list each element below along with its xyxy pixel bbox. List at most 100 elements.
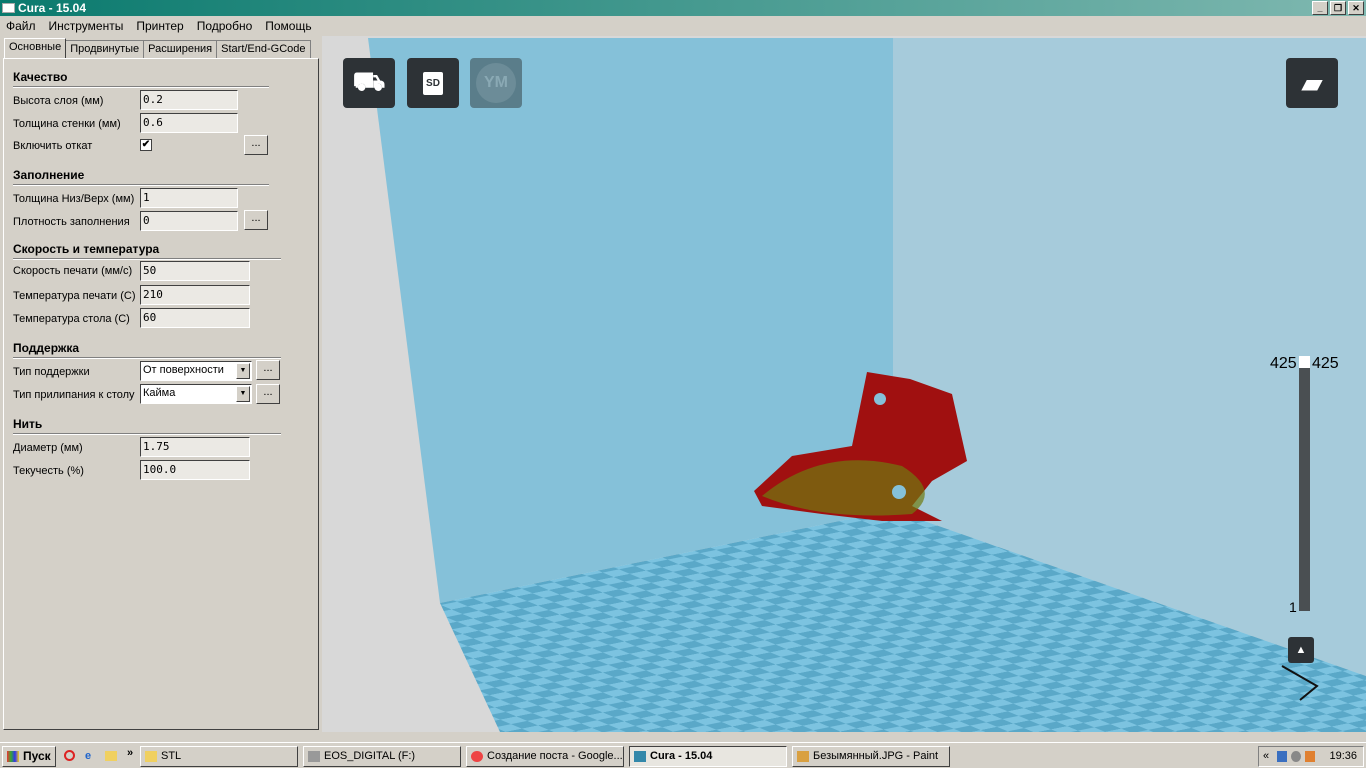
tab-gcode[interactable]: Start/End-GCode	[216, 40, 311, 58]
fill-settings-button[interactable]: ...	[244, 210, 268, 230]
task-label: STL	[161, 750, 182, 762]
save-sd-button[interactable]: SD	[407, 58, 459, 108]
task-cura[interactable]: Cura - 15.04	[629, 746, 787, 767]
wall-thickness-input[interactable]: 0.6	[140, 113, 238, 133]
bottom-top-label: Толщина Низ/Верх (мм)	[13, 193, 135, 205]
title-bar: Cura - 15.04 _ ❐ ✕	[0, 0, 1366, 16]
menu-expert[interactable]: Подробно	[197, 16, 253, 36]
adhesion-select[interactable]: Кайма ▼	[140, 384, 252, 404]
task-label: EOS_DIGITAL (F:)	[324, 750, 416, 762]
minimize-button[interactable]: _	[1312, 1, 1328, 15]
start-label: Пуск	[23, 749, 51, 763]
task-label: Создание поста - Google...	[487, 750, 623, 762]
dropdown-arrow-icon[interactable]: ▼	[236, 386, 250, 402]
section-filament: Нить	[13, 417, 43, 431]
bed-temp-input[interactable]: 60	[140, 308, 250, 328]
print-speed-label: Скорость печати (мм/с)	[13, 265, 133, 277]
scene	[368, 38, 1366, 732]
quicklaunch-ie-icon[interactable]: e	[85, 750, 91, 762]
layer-height-label: Высота слоя (мм)	[13, 95, 104, 107]
density-input[interactable]: 0	[140, 211, 238, 231]
divider	[13, 357, 281, 359]
drive-icon	[308, 751, 320, 762]
task-label: Безымянный.JPG - Paint	[813, 750, 939, 762]
back-wall	[368, 38, 893, 603]
layer-top-right: 425	[1312, 355, 1339, 372]
section-fill: Заполнение	[13, 168, 85, 182]
taskbar: Пуск e » STL EOS_DIGITAL (F:) Создание п…	[0, 742, 1366, 768]
3d-viewport[interactable]: ⛟ SD YM ▰ 425 425 1 ▲	[322, 36, 1366, 732]
youmagine-button[interactable]: YM	[470, 58, 522, 108]
flow-label: Текучесть (%)	[13, 465, 84, 477]
bottom-top-input[interactable]: 1	[140, 188, 238, 208]
tab-advanced[interactable]: Продвинутые	[65, 40, 145, 58]
task-paint[interactable]: Безымянный.JPG - Paint	[792, 746, 950, 767]
task-chrome[interactable]: Создание поста - Google...	[466, 746, 624, 767]
divider	[13, 184, 269, 186]
print-temp-input[interactable]: 210	[140, 285, 250, 305]
printer-icon: ▲	[1295, 644, 1307, 656]
section-speed: Скорость и температура	[13, 242, 160, 256]
menu-tools[interactable]: Инструменты	[49, 16, 124, 36]
menu-bar: Файл Инструменты Принтер Подробно Помощь	[0, 16, 1366, 36]
menu-file[interactable]: Файл	[6, 16, 36, 36]
menu-printer[interactable]: Принтер	[136, 16, 183, 36]
task-stl[interactable]: STL	[140, 746, 298, 767]
window-title: Cura - 15.04	[18, 1, 87, 15]
security-icon[interactable]	[1291, 751, 1301, 762]
support-type-label: Тип поддержки	[13, 366, 90, 378]
view-toggle-button[interactable]: ▲	[1288, 637, 1314, 663]
volume-icon[interactable]	[1305, 751, 1315, 762]
print-temp-label: Температура печати (С)	[13, 290, 136, 302]
youmagine-icon: YM	[476, 63, 516, 103]
quicklaunch-more[interactable]: »	[127, 747, 133, 759]
quicklaunch-folder-icon[interactable]	[105, 751, 117, 761]
flow-input[interactable]: 100.0	[140, 460, 250, 480]
close-button[interactable]: ✕	[1348, 1, 1364, 15]
settings-panel: Основные Продвинутые Расширения Start/En…	[0, 36, 322, 732]
retraction-checkbox[interactable]: ✔	[140, 139, 152, 151]
tray-expand[interactable]: «	[1263, 747, 1269, 766]
menu-help[interactable]: Помощь	[265, 16, 311, 36]
tab-basic[interactable]: Основные	[4, 38, 67, 58]
layer-top-left: 425	[1270, 355, 1297, 372]
adhesion-settings-button[interactable]: ...	[256, 384, 280, 404]
section-support: Поддержка	[13, 341, 80, 355]
adhesion-label: Тип прилипания к столу	[13, 389, 135, 401]
layers-view-icon: ▰	[1302, 67, 1322, 98]
sd-card-icon: SD	[423, 71, 443, 95]
windows-logo-icon	[7, 751, 19, 762]
task-label: Cura - 15.04	[650, 750, 713, 762]
layer-height-input[interactable]: 0.2	[140, 90, 238, 110]
load-model-button[interactable]: ⛟	[343, 58, 395, 108]
load-icon: ⛟	[352, 65, 386, 96]
support-settings-button[interactable]: ...	[256, 360, 280, 380]
dropdown-arrow-icon[interactable]: ▼	[236, 363, 250, 379]
start-button[interactable]: Пуск	[2, 746, 56, 767]
density-label: Плотность заполнения	[13, 216, 130, 228]
view-mode-button[interactable]: ▰	[1286, 58, 1338, 108]
layer-slider-handle[interactable]	[1299, 356, 1310, 368]
python-icon	[634, 751, 646, 762]
layer-slider[interactable]	[1299, 356, 1310, 611]
retraction-label: Включить откат	[13, 140, 93, 152]
task-eos-digital[interactable]: EOS_DIGITAL (F:)	[303, 746, 461, 767]
support-type-select[interactable]: От поверхности ▼	[140, 361, 252, 381]
clock[interactable]: 19:36	[1329, 750, 1357, 762]
adhesion-value: Кайма	[143, 387, 176, 399]
wall-thickness-label: Толщина стенки (мм)	[13, 118, 121, 130]
folder-icon	[145, 751, 157, 762]
retraction-settings-button[interactable]: ...	[244, 135, 268, 155]
diameter-label: Диаметр (мм)	[13, 442, 83, 454]
maximize-button[interactable]: ❐	[1330, 1, 1346, 15]
app-icon	[2, 3, 15, 13]
layer-bottom: 1	[1289, 599, 1297, 615]
tab-plugins[interactable]: Расширения	[143, 40, 218, 58]
divider	[13, 433, 281, 435]
network-icon[interactable]	[1277, 751, 1287, 762]
print-speed-input[interactable]: 50	[140, 261, 250, 281]
bed-temp-label: Температура стола (С)	[13, 313, 130, 325]
diameter-input[interactable]: 1.75	[140, 437, 250, 457]
quicklaunch-opera-icon[interactable]	[64, 750, 75, 761]
divider	[13, 258, 281, 260]
